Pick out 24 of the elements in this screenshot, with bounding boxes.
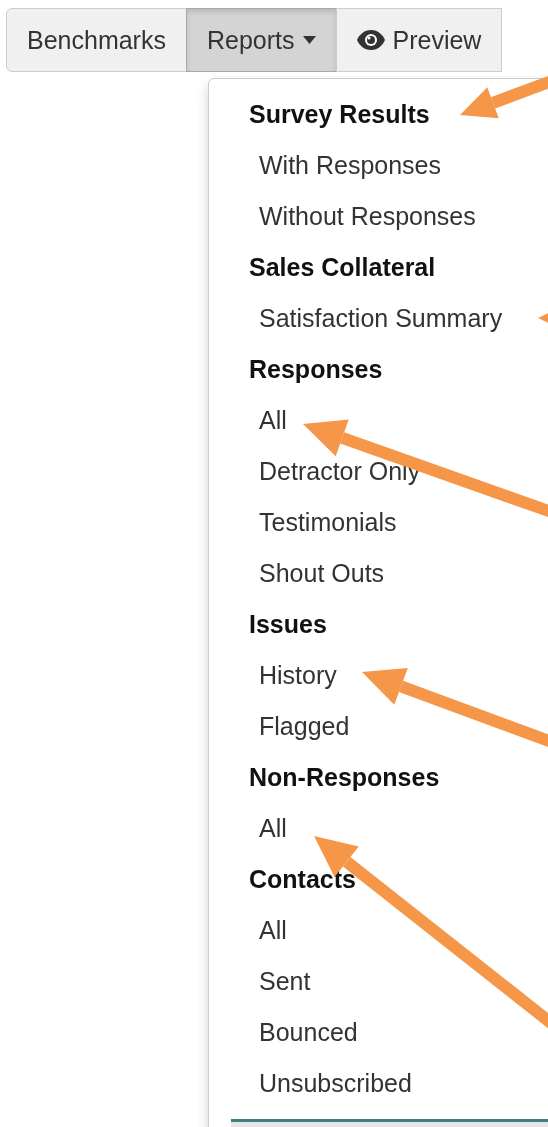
menu-item[interactable]: Testimonials	[259, 497, 397, 548]
menu-item[interactable]: All	[259, 803, 287, 854]
menu-section-header: Responses	[249, 354, 383, 385]
menu-item[interactable]: Without Responses	[259, 191, 476, 242]
menu-section-header: Survey Results	[249, 99, 430, 130]
menu-item[interactable]: Flagged	[259, 701, 350, 752]
menu-item[interactable]: All	[259, 395, 287, 446]
menu-section-header: Contacts	[249, 864, 356, 895]
menu-item[interactable]: Unsubscribed	[259, 1058, 412, 1109]
toolbar-button[interactable]: Benchmarks	[6, 8, 187, 72]
menu-item[interactable]: With Responses	[259, 140, 442, 191]
menu-item[interactable]: All	[259, 905, 287, 956]
toolbar-button[interactable]: Preview	[335, 8, 503, 72]
menu-item[interactable]: Bounced	[259, 1007, 358, 1058]
menu-item[interactable]: Sent	[259, 956, 311, 1007]
menu-section-header: Non-Responses	[249, 762, 440, 793]
caret-icon	[302, 36, 316, 44]
eye-icon	[356, 30, 385, 50]
menu-item[interactable]: History	[259, 650, 337, 701]
menu-item[interactable]: Satisfaction Summary	[259, 293, 503, 344]
menu-item[interactable]: Shout Outs	[259, 548, 385, 599]
toolbar-button[interactable]: Reports	[185, 8, 337, 72]
menu-section-header: Issues	[249, 609, 327, 640]
menu-section-header: Sales Collateral	[249, 252, 436, 283]
